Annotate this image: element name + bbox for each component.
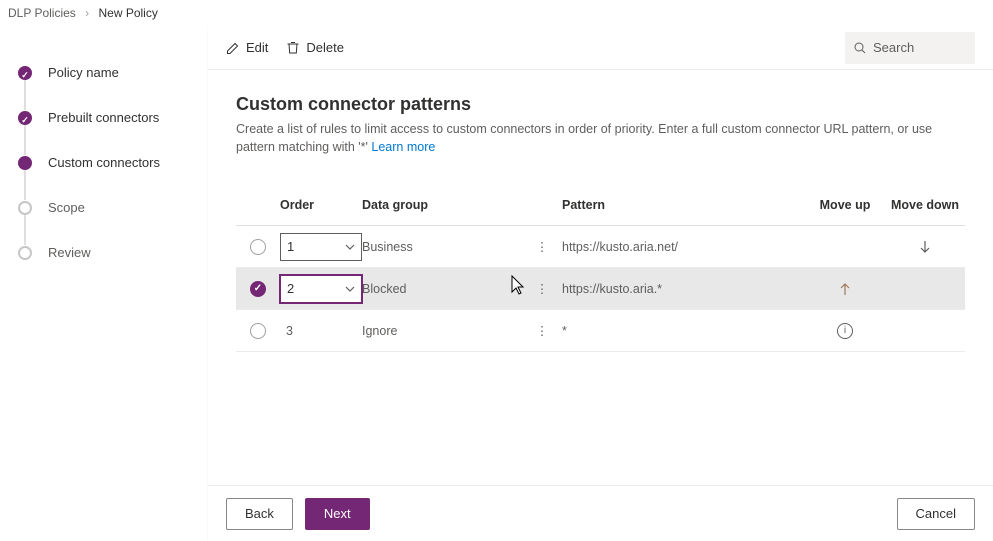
step-label: Policy name	[48, 65, 119, 80]
info-button[interactable]: i	[837, 323, 853, 339]
toolbar: Edit Delete Search	[208, 26, 993, 70]
pattern-cell: https://kusto.aria.net/	[562, 240, 805, 254]
col-header-data-group[interactable]: Data group	[362, 198, 522, 212]
back-button[interactable]: Back	[226, 498, 293, 530]
wizard-sidebar: Policy name Prebuilt connectors Custom c…	[0, 26, 208, 541]
search-placeholder: Search	[873, 40, 914, 55]
row-select-radio[interactable]	[250, 239, 266, 255]
wizard-footer: Back Next Cancel	[208, 485, 993, 541]
step-label: Custom connectors	[48, 155, 160, 170]
order-value: 2	[287, 281, 294, 296]
search-icon	[853, 41, 867, 55]
move-down-button[interactable]	[910, 232, 940, 262]
edit-label: Edit	[246, 40, 268, 55]
move-up-button[interactable]	[830, 274, 860, 304]
row-menu-button[interactable]: ⋮	[531, 278, 553, 300]
table-row[interactable]: 1 Business ⋮ https://kusto.aria.net/	[236, 226, 965, 268]
data-group-cell: Blocked	[362, 282, 522, 296]
step-complete-icon	[18, 66, 32, 80]
row-menu-button[interactable]: ⋮	[531, 236, 553, 258]
col-header-order[interactable]: Order	[280, 198, 362, 212]
row-select-radio[interactable]	[250, 281, 266, 297]
order-value: 1	[287, 239, 294, 254]
pattern-cell: https://kusto.aria.*	[562, 282, 805, 296]
pattern-cell: *	[562, 324, 805, 338]
step-custom-connectors[interactable]: Custom connectors	[0, 140, 207, 185]
table-row[interactable]: 2 Blocked ⋮ https://kusto.aria.*	[236, 268, 965, 310]
trash-icon	[286, 41, 300, 55]
breadcrumb: DLP Policies › New Policy	[0, 0, 993, 26]
step-policy-name[interactable]: Policy name	[0, 50, 207, 95]
step-scope[interactable]: Scope	[0, 185, 207, 230]
step-active-icon	[18, 156, 32, 170]
page-title: Custom connector patterns	[236, 94, 965, 115]
row-select-radio[interactable]	[250, 323, 266, 339]
chevron-down-icon	[345, 284, 355, 294]
pencil-icon	[226, 41, 240, 55]
cancel-button[interactable]: Cancel	[897, 498, 975, 530]
step-pending-icon	[18, 246, 32, 260]
chevron-down-icon	[345, 242, 355, 252]
col-header-pattern[interactable]: Pattern	[562, 198, 805, 212]
table-row[interactable]: 3 Ignore ⋮ * i	[236, 310, 965, 352]
delete-button[interactable]: Delete	[286, 34, 344, 62]
data-group-cell: Ignore	[362, 324, 522, 338]
next-button[interactable]: Next	[305, 498, 370, 530]
order-value: 3	[280, 324, 293, 338]
page-description: Create a list of rules to limit access t…	[236, 121, 965, 156]
breadcrumb-separator-icon: ›	[85, 6, 89, 20]
order-dropdown[interactable]: 2	[280, 275, 362, 303]
description-text: Create a list of rules to limit access t…	[236, 122, 932, 154]
breadcrumb-current: New Policy	[99, 6, 158, 20]
step-prebuilt-connectors[interactable]: Prebuilt connectors	[0, 95, 207, 140]
step-pending-icon	[18, 201, 32, 215]
step-label: Prebuilt connectors	[48, 110, 159, 125]
edit-button[interactable]: Edit	[226, 34, 268, 62]
info-icon: i	[837, 323, 853, 339]
step-complete-icon	[18, 111, 32, 125]
step-label: Review	[48, 245, 91, 260]
step-review[interactable]: Review	[0, 230, 207, 275]
arrow-down-icon	[917, 239, 933, 255]
table-header-row: Order Data group Pattern Move up Move do…	[236, 184, 965, 226]
arrow-up-icon	[837, 281, 853, 297]
col-header-move-up[interactable]: Move up	[805, 198, 885, 212]
step-label: Scope	[48, 200, 85, 215]
delete-label: Delete	[306, 40, 344, 55]
row-menu-button[interactable]: ⋮	[531, 320, 553, 342]
order-dropdown[interactable]: 1	[280, 233, 362, 261]
search-input[interactable]: Search	[845, 32, 975, 64]
data-group-cell: Business	[362, 240, 522, 254]
breadcrumb-parent[interactable]: DLP Policies	[8, 6, 76, 20]
col-header-move-down[interactable]: Move down	[885, 198, 965, 212]
learn-more-link[interactable]: Learn more	[371, 140, 435, 154]
patterns-table: Order Data group Pattern Move up Move do…	[236, 184, 965, 352]
